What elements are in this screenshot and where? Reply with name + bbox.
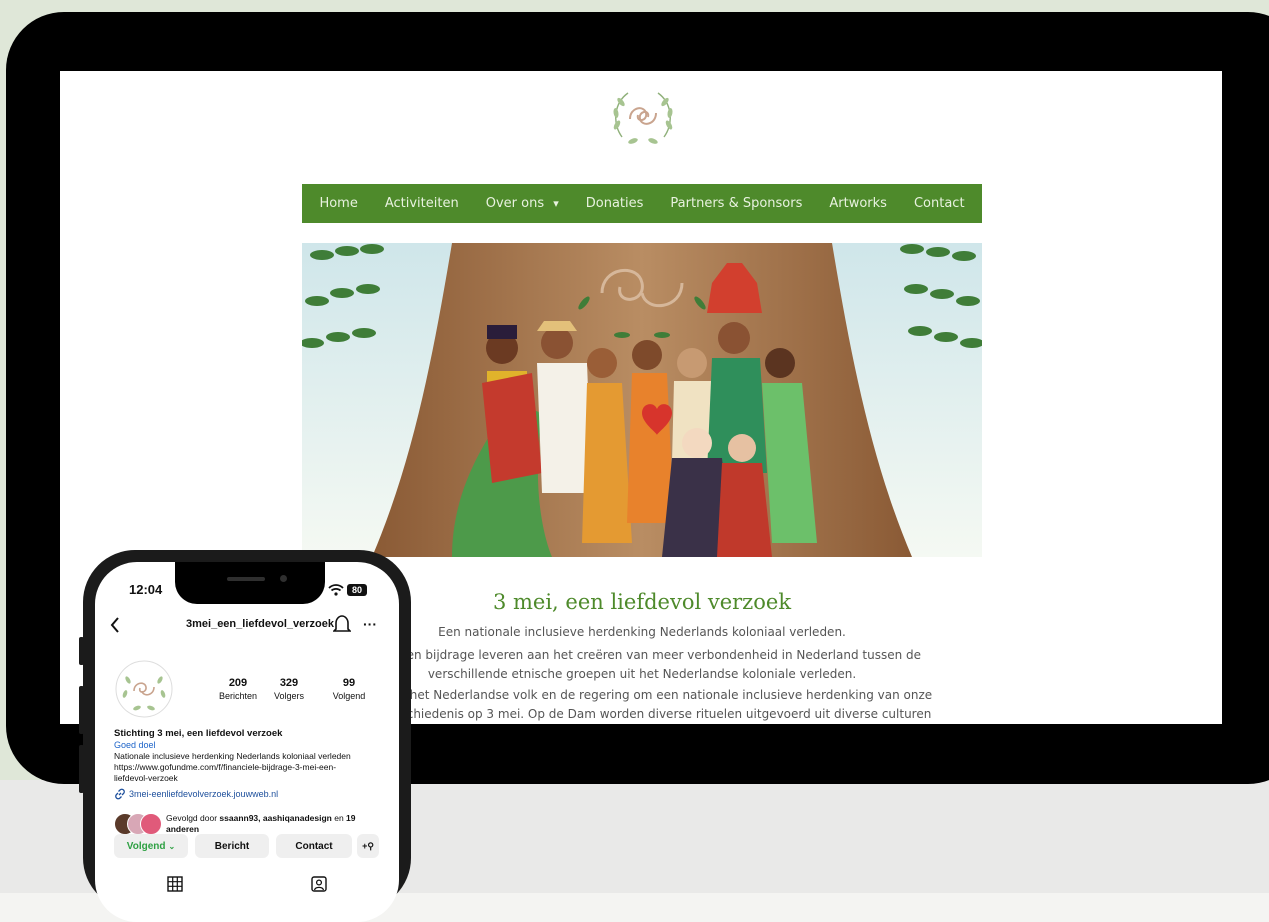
notch-camera: [280, 575, 287, 582]
followed-prefix: Gevolgd door: [166, 813, 220, 823]
hero-illustration: [302, 243, 982, 557]
battery-badge: 80: [347, 584, 367, 596]
add-person-icon: ⚲: [367, 840, 374, 851]
notch-speaker: [227, 577, 265, 581]
stat-posts-value: 209: [228, 677, 248, 689]
nav-artworks[interactable]: Artworks: [829, 196, 887, 211]
nav-activiteiten[interactable]: Activiteiten: [385, 196, 459, 211]
message-button[interactable]: Bericht: [195, 834, 269, 858]
bell-icon[interactable]: [333, 614, 351, 634]
main-navigation: Home Activiteiten Over ons ▾ Donaties Pa…: [302, 184, 982, 223]
link-icon: [115, 788, 125, 800]
profile-bio-line-3[interactable]: liefdevol-verzoek: [114, 773, 178, 783]
profile-bio-line-2[interactable]: https://www.gofundme.com/f/financiele-bi…: [114, 762, 336, 772]
profile-link[interactable]: 3mei-eenliefdevolverzoek.jouwweb.nl: [129, 789, 278, 799]
contact-button[interactable]: Contact: [276, 834, 352, 858]
phone-frame: 12:04 80 3mei_een_liefdevol_verzoek ···: [83, 550, 411, 922]
phone-notch: [175, 562, 325, 604]
profile-bio-line-1: Nationale inclusieve herdenking Nederlan…: [114, 751, 351, 761]
follower-avatars: [114, 813, 164, 835]
following-button[interactable]: Volgend ⌄: [114, 834, 188, 858]
site-logo[interactable]: [608, 83, 678, 149]
nav-home[interactable]: Home: [319, 196, 357, 211]
grid-icon[interactable]: [167, 876, 183, 892]
followed-suffix: anderen: [166, 824, 200, 834]
followed-names: ssaann93, aashiqanadesign: [219, 813, 332, 823]
nav-over-ons-label: Over ons: [485, 196, 545, 211]
profile-username: 3mei_een_liefdevol_verzoek: [186, 618, 334, 630]
followed-mid: en: [331, 813, 347, 823]
more-icon[interactable]: ···: [363, 616, 377, 632]
wifi-icon: [328, 584, 344, 596]
phone-screen: 12:04 80 3mei_een_liefdevol_verzoek ···: [95, 562, 399, 922]
profile-name: Stichting 3 mei, een liefdevol verzoek: [114, 728, 283, 739]
stat-following-label[interactable]: Volgend: [319, 691, 379, 701]
tagged-icon[interactable]: [310, 875, 328, 893]
profile-category: Goed doel: [114, 740, 156, 750]
chevron-down-icon: ▾: [553, 197, 559, 210]
nav-over-ons[interactable]: Over ons ▾: [486, 196, 559, 211]
stat-following-value[interactable]: 99: [331, 677, 367, 689]
following-label: Volgend: [126, 840, 166, 852]
nav-contact[interactable]: Contact: [914, 196, 965, 211]
stat-followers-label[interactable]: Volgers: [259, 691, 319, 701]
profile-avatar[interactable]: [115, 660, 173, 718]
followed-count: 19: [346, 813, 356, 823]
followed-by-text[interactable]: Gevolgd door ssaann93, aashiqanadesign e…: [166, 813, 371, 835]
nav-donaties[interactable]: Donaties: [586, 196, 644, 211]
chevron-left-icon[interactable]: [109, 616, 121, 634]
status-time: 12:04: [129, 582, 163, 597]
chevron-down-icon: ⌄: [168, 841, 176, 851]
avatar: [140, 813, 162, 835]
stat-followers-value[interactable]: 329: [271, 677, 307, 689]
add-person-button[interactable]: + ⚲: [357, 834, 379, 858]
nav-partners-sponsors[interactable]: Partners & Sponsors: [670, 196, 802, 211]
